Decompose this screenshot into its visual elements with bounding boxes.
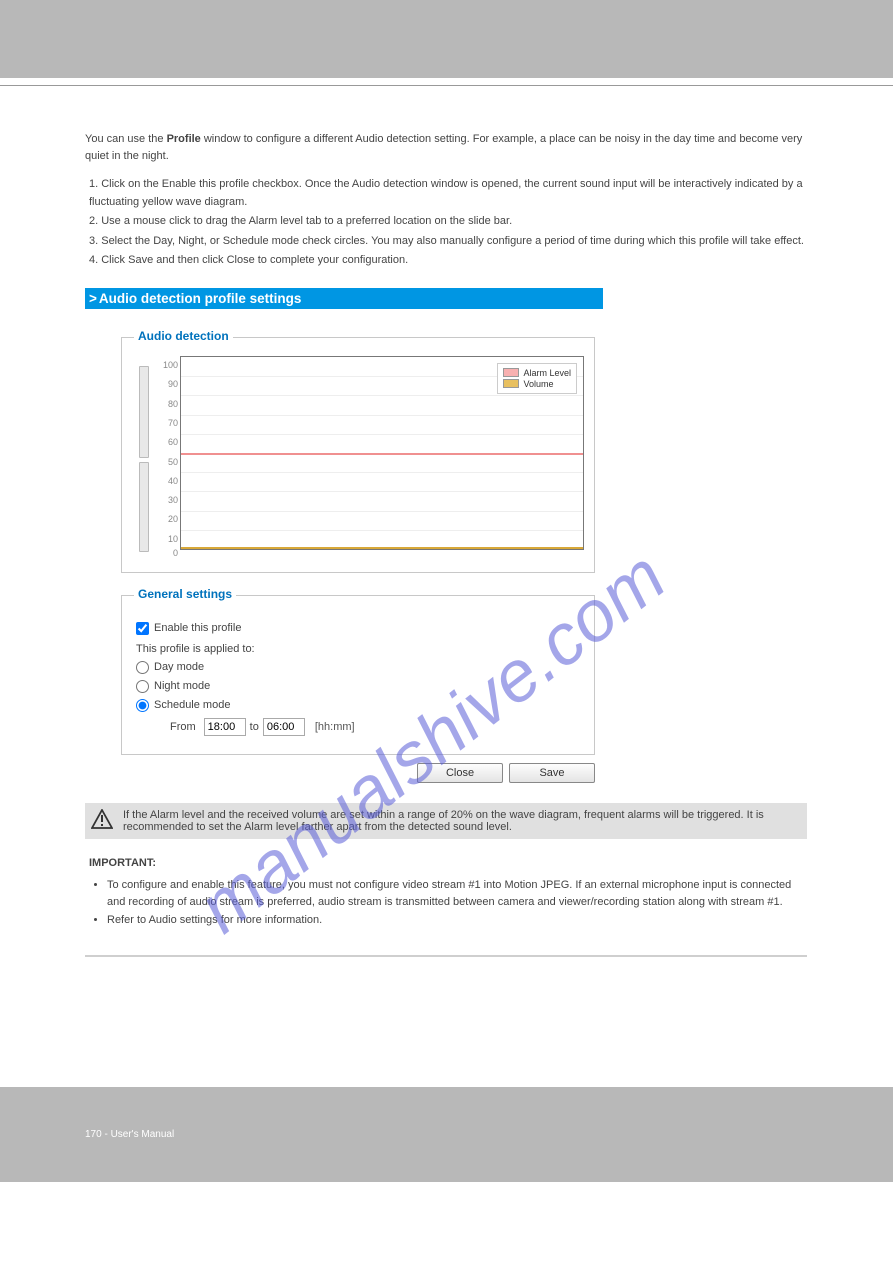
enable-profile-label: Enable this profile [154,622,241,634]
to-label: to [250,721,259,733]
legend-volume: Volume [503,379,571,389]
page-content: manualshive.com You can use the Profile … [0,131,893,957]
important-item: Refer to Audio settings for more informa… [107,912,808,930]
schedule-mode-row: Schedule mode [136,699,580,712]
ytick: 60 [158,433,180,452]
night-mode-row: Night mode [136,680,580,693]
ytick: 20 [158,510,180,529]
audio-legend: Audio detection [134,329,233,343]
enable-profile-checkbox[interactable] [136,622,149,635]
chart-plot: Alarm Level Volume [180,356,584,550]
time-to-input[interactable] [263,718,305,736]
schedule-mode-label: Schedule mode [154,699,230,711]
settings-panel: >Audio detection profile settings Audio … [85,288,808,783]
day-mode-radio[interactable] [136,661,149,674]
day-mode-label: Day mode [154,661,204,673]
time-hint: [hh:mm] [315,721,355,733]
legend-alarm-label: Alarm Level [523,368,571,378]
intro-steps: 1. Click on the Enable this profile chec… [85,176,808,270]
panel-header: >Audio detection profile settings [85,288,603,309]
alarm-level-line [181,453,583,455]
alarm-level-slider[interactable] [139,366,149,458]
swatch-volume-icon [503,379,519,388]
legend-alarm: Alarm Level [503,368,571,378]
general-settings-fieldset: General settings Enable this profile Thi… [121,595,595,755]
footer-left: 170 - User's Manual [85,1129,174,1140]
caret-icon: > [89,291,97,306]
ytick: 70 [158,414,180,433]
time-from-input[interactable] [204,718,246,736]
step-4: 4. Click Save and then click Close to co… [89,252,808,270]
ytick: 50 [158,452,180,471]
enable-profile-row: Enable this profile [136,622,580,635]
y-axis: 100 90 80 70 60 50 40 30 20 10 0 [158,356,180,558]
alarm-sliders-col [132,356,156,558]
ytick: 40 [158,472,180,491]
important-item: To configure and enable this feature, yo… [107,877,808,912]
night-mode-radio[interactable] [136,680,149,693]
step-1: 1. Click on the Enable this profile chec… [89,176,808,211]
ytick: 30 [158,491,180,510]
night-mode-label: Night mode [154,680,210,692]
header-divider [0,85,893,86]
ytick: 10 [158,530,180,549]
intro-lead: You can use the [85,133,167,145]
footer-bar: 170 - User's Manual [0,1087,893,1182]
footer-divider [85,955,807,957]
intro-paragraph: You can use the Profile window to config… [85,131,808,164]
audio-detection-fieldset: Audio detection 100 90 80 70 60 50 40 30… [121,337,595,573]
ytick: 0 [158,549,180,558]
note-box: If the Alarm level and the received volu… [85,803,807,839]
ytick: 100 [158,356,180,375]
intro-strong: Profile [167,133,201,145]
swatch-alarm-icon [503,368,519,377]
step-2: 2. Use a mouse click to drag the Alarm l… [89,213,808,231]
general-legend: General settings [134,587,236,601]
volume-line [181,547,583,549]
panel-title: Audio detection profile settings [99,291,302,306]
important-label: IMPORTANT: [89,857,156,869]
from-label: From [170,721,196,733]
chart-legend: Alarm Level Volume [497,363,577,394]
schedule-time-inputs: From to [hh:mm] [170,718,580,736]
ytick: 80 [158,395,180,414]
warning-icon [91,809,113,829]
save-button[interactable]: Save [509,763,595,783]
button-row: Close Save [85,763,595,783]
top-header-bar [0,0,893,78]
note-text: If the Alarm level and the received volu… [123,809,799,833]
important-block: IMPORTANT: To configure and enable this … [85,855,808,929]
volume-slider[interactable] [139,462,149,552]
legend-volume-label: Volume [523,379,553,389]
applied-to-text: This profile is applied to: [136,643,580,655]
chart-area: 100 90 80 70 60 50 40 30 20 10 0 [132,356,584,558]
day-mode-row: Day mode [136,661,580,674]
schedule-mode-radio[interactable] [136,699,149,712]
ytick: 90 [158,375,180,394]
step-3: 3. Select the Day, Night, or Schedule mo… [89,233,808,251]
close-button[interactable]: Close [417,763,503,783]
